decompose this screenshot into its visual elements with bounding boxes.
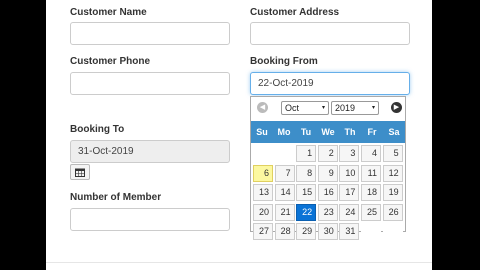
calendar-day[interactable]: 29: [296, 223, 317, 241]
weekday-label: Mo: [277, 127, 291, 137]
calendar-day-selected[interactable]: 22: [296, 203, 317, 221]
year-select-value: 2019: [335, 103, 356, 113]
prev-month-button[interactable]: ◀: [257, 102, 268, 113]
calendar-day[interactable]: 8: [296, 164, 317, 182]
weekday-label: Fr: [367, 127, 377, 137]
calendar-day[interactable]: 3: [339, 145, 360, 162]
calendar-day-other-month: [361, 223, 381, 241]
calendar-day[interactable]: 4: [361, 145, 381, 162]
calendar-day-today[interactable]: 6: [253, 164, 273, 182]
calendar-day[interactable]: 20: [253, 203, 273, 221]
chevron-right-circle-icon: ▶: [393, 104, 400, 111]
number-of-member-input[interactable]: [70, 208, 230, 231]
weekday-label: Tu: [300, 127, 312, 137]
month-select-value: Oct: [285, 103, 300, 113]
next-month-button[interactable]: ▶: [391, 102, 402, 113]
calendar-day[interactable]: 14: [274, 184, 295, 202]
calendar-day[interactable]: 27: [253, 223, 273, 241]
booking-to-label: Booking To: [70, 124, 125, 135]
chevron-down-icon: ▾: [371, 105, 375, 111]
calendar-day[interactable]: 15: [296, 184, 317, 202]
chevron-left-circle-icon: ◀: [259, 104, 266, 111]
weekday-label: We: [321, 127, 335, 137]
year-select[interactable]: 2019 ▾: [331, 101, 379, 115]
datepicker-header: ◀ Oct ▾ 2019 ▾ ▶: [251, 97, 405, 121]
customer-phone-input[interactable]: [70, 72, 230, 95]
calendar-day-other-month: [274, 145, 295, 162]
customer-name-label: Customer Name: [70, 7, 147, 18]
calendar-day[interactable]: 25: [361, 203, 381, 221]
calendar-day[interactable]: 23: [317, 203, 338, 221]
calendar-day[interactable]: 10: [339, 164, 360, 182]
calendar-day[interactable]: 19: [382, 184, 403, 202]
calendar-day[interactable]: 30: [317, 223, 338, 241]
weekday-label: Th: [344, 127, 356, 137]
calendar-day[interactable]: 12: [382, 164, 403, 182]
calendar-day[interactable]: 16: [317, 184, 338, 202]
number-of-member-label: Number of Member: [70, 192, 162, 203]
customer-name-input[interactable]: [70, 22, 230, 45]
chevron-down-icon: ▾: [321, 105, 325, 111]
calendar-day[interactable]: 7: [274, 164, 295, 182]
customer-address-label: Customer Address: [250, 7, 340, 18]
calendar-day-other-month: [382, 223, 403, 241]
booking-from-input[interactable]: 22-Oct-2019: [250, 72, 410, 95]
calendar-day[interactable]: 24: [339, 203, 360, 221]
customer-phone-label: Customer Phone: [70, 56, 151, 67]
booking-from-label: Booking From: [250, 56, 318, 67]
calendar-day[interactable]: 18: [361, 184, 381, 202]
calendar-day[interactable]: 17: [339, 184, 360, 202]
weekday-label: Sa: [388, 127, 400, 137]
booking-form: Customer Name Customer Address Customer …: [46, 0, 432, 270]
calendar-button[interactable]: [70, 164, 90, 180]
month-select[interactable]: Oct ▾: [281, 101, 329, 115]
datepicker-popup: ◀ Oct ▾ 2019 ▾ ▶ Su Mo Tu We Th Fr Sa 1234567891…: [250, 96, 406, 241]
calendar-day[interactable]: 11: [361, 164, 381, 182]
calendar-day[interactable]: 13: [253, 184, 273, 202]
calendar-day[interactable]: 21: [274, 203, 295, 221]
calendar-day[interactable]: 9: [317, 164, 338, 182]
divider: [46, 262, 432, 263]
weekday-header-row: Su Mo Tu We Th Fr Sa: [251, 121, 405, 143]
weekday-label: Su: [256, 127, 268, 137]
calendar-day[interactable]: 28: [274, 223, 295, 241]
calendar-icon: [75, 168, 85, 177]
calendar-day[interactable]: 5: [382, 145, 403, 162]
calendar-day[interactable]: 2: [317, 145, 338, 162]
calendar-day[interactable]: 31: [339, 223, 360, 241]
calendar-day[interactable]: 26: [382, 203, 403, 221]
booking-to-input[interactable]: 31-Oct-2019: [70, 140, 230, 163]
calendar-day[interactable]: 1: [296, 145, 317, 162]
customer-address-input[interactable]: [250, 22, 410, 45]
calendar-day-other-month: [253, 145, 273, 162]
